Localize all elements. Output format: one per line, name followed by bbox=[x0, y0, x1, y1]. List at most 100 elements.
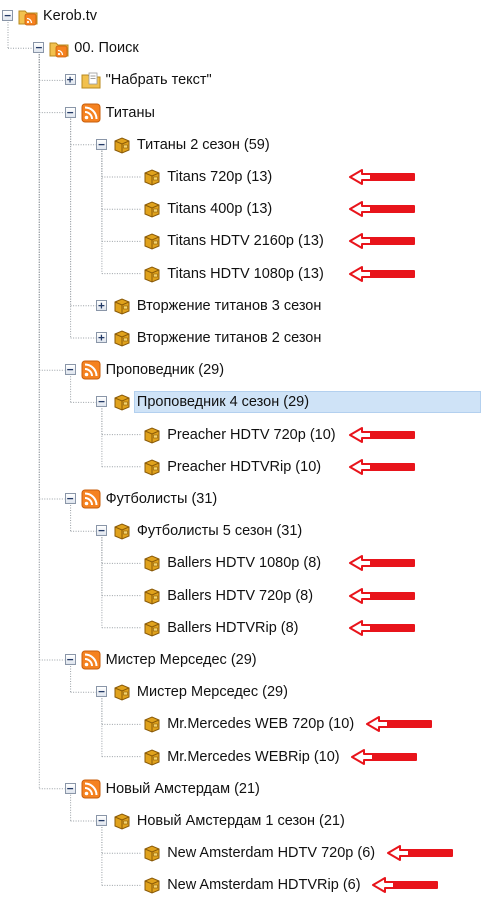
box-icon bbox=[112, 811, 132, 831]
rss-icon bbox=[81, 650, 101, 670]
annotation-arrow-icon bbox=[349, 233, 415, 250]
tree-node-label: Titans HDTV 1080p (13) bbox=[167, 265, 324, 282]
annotation-arrow-icon bbox=[349, 619, 415, 636]
box-icon bbox=[142, 167, 162, 187]
tree-node[interactable]: − Мистер Мерседес (29) bbox=[0, 649, 481, 671]
tree-node[interactable]: − Новый Амстердам 1 сезон (21) bbox=[0, 810, 481, 832]
box-icon bbox=[142, 231, 162, 251]
box-icon bbox=[112, 328, 132, 348]
tree-node-label: Титаны bbox=[105, 104, 155, 121]
tree-node-label: Kerob.tv bbox=[43, 8, 97, 24]
expand-toggle-icon[interactable]: + bbox=[64, 74, 76, 86]
tree-node-label: Titans 720p (13) bbox=[167, 169, 273, 185]
tree-node[interactable]: − Мистер Мерседес (29) bbox=[0, 681, 481, 703]
box-icon bbox=[142, 747, 162, 767]
box-icon bbox=[142, 618, 162, 638]
tree-node-label: New Amsterdam HDTVRip (6) bbox=[167, 877, 361, 894]
tree-node-label: Мистер Мерседес (29) bbox=[105, 652, 257, 668]
collapse-toggle-icon[interactable]: − bbox=[95, 525, 107, 537]
annotation-arrow-icon bbox=[366, 716, 432, 733]
tree-node-label: Вторжение титанов 3 сезон bbox=[136, 297, 322, 314]
box-icon bbox=[112, 521, 132, 541]
annotation-arrow-icon bbox=[349, 458, 415, 475]
box-icon bbox=[142, 586, 162, 606]
box-icon bbox=[142, 553, 162, 573]
collapse-toggle-icon[interactable]: − bbox=[64, 654, 76, 665]
rss-icon bbox=[81, 103, 101, 123]
folder-rss-icon bbox=[18, 6, 38, 26]
box-icon bbox=[112, 296, 132, 316]
tree-node-label: Проповедник 4 сезон (29) bbox=[133, 391, 481, 414]
box-icon bbox=[142, 843, 162, 863]
box-icon bbox=[112, 392, 132, 412]
annotation-arrow-icon bbox=[349, 201, 415, 218]
tree-node-label: Мистер Мерседес (29) bbox=[136, 684, 288, 701]
rss-icon bbox=[81, 779, 101, 799]
tree-node[interactable]: + Вторжение титанов 2 сезон bbox=[0, 327, 481, 349]
collapse-toggle-icon[interactable]: − bbox=[95, 815, 107, 826]
box-icon bbox=[142, 714, 162, 734]
annotation-arrow-icon bbox=[387, 845, 453, 862]
tree-node[interactable]: − Титаны 2 сезон (59) bbox=[0, 134, 481, 156]
tree-node-label: Новый Амстердам (21) bbox=[105, 780, 260, 797]
tree-node-label: Новый Амстердам 1 сезон (21) bbox=[136, 813, 345, 829]
tree-node-label: Preacher HDTV 720p (10) bbox=[167, 426, 336, 443]
annotation-arrow-icon bbox=[372, 877, 438, 894]
tree-node-label: Mr.Mercedes WEB 720p (10) bbox=[167, 716, 355, 733]
expand-toggle-icon[interactable]: + bbox=[95, 332, 107, 343]
tree-node-label: Проповедник (29) bbox=[105, 362, 225, 379]
box-icon bbox=[112, 682, 132, 702]
tree-node-label: Preacher HDTVRip (10) bbox=[167, 458, 322, 475]
tree-node-label: New Amsterdam HDTV 720p (6) bbox=[167, 845, 376, 862]
annotation-arrow-icon bbox=[349, 426, 415, 443]
collapse-toggle-icon[interactable]: − bbox=[64, 364, 76, 376]
tree-node-label: Титаны 2 сезон (59) bbox=[136, 136, 270, 153]
collapse-toggle-icon[interactable]: − bbox=[64, 106, 76, 118]
feed-tree: − Kerob.tv − 00. Поиск + "Набрать текст" − Тита… bbox=[0, 0, 481, 900]
tree-node[interactable]: − Титаны bbox=[0, 102, 481, 124]
expand-toggle-icon[interactable]: + bbox=[95, 299, 107, 311]
tree-node-label: Titans HDTV 2160p (13) bbox=[167, 233, 324, 250]
tree-node[interactable]: − 00. Поиск bbox=[0, 37, 481, 59]
box-icon bbox=[142, 425, 162, 445]
collapse-toggle-icon[interactable]: − bbox=[95, 396, 107, 408]
tree-node[interactable]: − Новый Амстердам (21) bbox=[0, 778, 481, 800]
annotation-arrow-icon bbox=[349, 555, 415, 572]
tree-node-label: "Набрать текст" bbox=[105, 72, 212, 89]
folder-rss-icon bbox=[49, 38, 69, 58]
collapse-toggle-icon[interactable]: − bbox=[95, 138, 107, 150]
box-icon bbox=[142, 875, 162, 895]
collapse-toggle-icon[interactable]: − bbox=[2, 10, 13, 21]
tree-node-label: Футболисты 5 сезон (31) bbox=[136, 523, 303, 540]
tree-node[interactable]: − Kerob.tv bbox=[0, 5, 481, 27]
rss-icon bbox=[81, 360, 101, 380]
annotation-arrow-icon bbox=[349, 587, 415, 604]
tree-node-label: Ballers HDTV 720p (8) bbox=[167, 587, 314, 604]
tree-node-label: Ballers HDTVRip (8) bbox=[167, 619, 299, 636]
folder-doc-icon bbox=[81, 70, 101, 90]
tree-node-label: Футболисты (31) bbox=[105, 491, 218, 507]
tree-node-label: Titans 400p (13) bbox=[167, 201, 273, 218]
tree-node[interactable]: + Вторжение титанов 3 сезон bbox=[0, 295, 481, 317]
tree-node[interactable]: − Проповедник (29) bbox=[0, 359, 481, 381]
tree-node[interactable]: + "Набрать текст" bbox=[0, 69, 481, 91]
box-icon bbox=[142, 457, 162, 477]
tree-node-label: 00. Поиск bbox=[74, 40, 139, 57]
annotation-arrow-icon bbox=[349, 169, 415, 185]
box-icon bbox=[112, 135, 132, 155]
box-icon bbox=[142, 264, 162, 284]
tree-node-label: Mr.Mercedes WEBRip (10) bbox=[167, 748, 340, 765]
tree-node-label: Ballers HDTV 1080p (8) bbox=[167, 555, 322, 572]
tree-node-label: Вторжение титанов 2 сезон bbox=[136, 330, 322, 346]
tree-node[interactable]: − Проповедник 4 сезон (29) bbox=[0, 391, 481, 414]
box-icon bbox=[142, 199, 162, 219]
collapse-toggle-icon[interactable]: − bbox=[64, 493, 76, 504]
tree-node[interactable]: − Футболисты 5 сезон (31) bbox=[0, 520, 481, 542]
collapse-toggle-icon[interactable]: − bbox=[95, 686, 107, 698]
collapse-toggle-icon[interactable]: − bbox=[33, 42, 45, 54]
tree-node[interactable]: − Футболисты (31) bbox=[0, 488, 481, 510]
rss-icon bbox=[81, 489, 101, 509]
annotation-arrow-icon bbox=[349, 265, 415, 282]
collapse-toggle-icon[interactable]: − bbox=[64, 782, 76, 794]
annotation-arrow-icon bbox=[351, 748, 417, 765]
